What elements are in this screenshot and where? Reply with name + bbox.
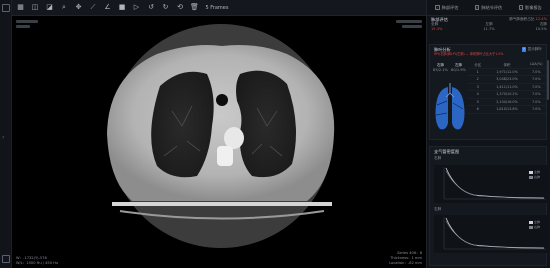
collapse-icon[interactable]: ›: [2, 135, 10, 143]
alert-text: RPI(右肺)和LPI(左肺) — 体积肺叶占比大于1.0%: [434, 52, 504, 56]
chart1-legend-2: 右肺: [534, 175, 541, 179]
chart2-legend-1: 全肺: [534, 220, 541, 224]
density-chart-2: 全肺 右肺: [434, 215, 548, 253]
density-curve-2: [434, 215, 548, 253]
table-row[interactable]: 1 1,971/12.0% 7.0%: [468, 69, 546, 76]
checkbox-icon[interactable]: ✓: [518, 5, 524, 10]
tab-nodule-assessment[interactable]: ✓ 肺结节评估: [474, 5, 502, 11]
density-curve-1: [434, 165, 548, 203]
body-outline: [107, 45, 335, 201]
window-level-readout: W/L：1500 Hu / 450 Hu: [16, 261, 59, 265]
summary-section: 肺部评估 肺气肿面积占比 12.4% 全肺 左肺 右肺 15.3% 11.7% …: [431, 17, 547, 31]
measure-icon[interactable]: ⟋: [88, 2, 99, 13]
chart2-legend-2: 右肺: [534, 225, 541, 229]
settings-icon[interactable]: [2, 255, 10, 263]
lobe-toggle[interactable]: ✓ 显示肺叶: [521, 47, 542, 52]
table-row[interactable]: 5 2,100/16.0% 7.0%: [468, 99, 546, 106]
aorta: [224, 127, 244, 149]
table-row[interactable]: 2 3,048/23.0% 7.0%: [468, 76, 546, 84]
density-chart-1: 全肺 右肺: [434, 165, 548, 203]
delete-icon[interactable]: 🗑: [189, 2, 200, 13]
overlay-bottom-left: W：-1732(Y)-578 W/L：1500 Hu / 450 Hu: [16, 256, 58, 266]
location-readout: Location：-82 mm: [389, 261, 422, 265]
rotate-left-icon[interactable]: ↺: [146, 2, 157, 13]
checkbox-icon[interactable]: ✓: [435, 5, 440, 10]
spine: [217, 146, 233, 166]
app-root: › ▦ ◫ ◪ ⌕ ✥ ⟋ ∠ ■ ▷ ↺ ↻ ⟲ 🗑 5 Frames W：-…: [0, 0, 550, 268]
rotate-right-icon[interactable]: ↻: [160, 2, 171, 13]
checkbox-icon[interactable]: ✓: [474, 5, 480, 10]
chart1-legend-1: 全肺: [534, 170, 541, 174]
reset-icon[interactable]: ⟲: [175, 2, 186, 13]
menu-icon[interactable]: [2, 4, 10, 12]
density-card: 支气管密度图 右肺 全肺 右肺 右肺 全肺 右肺: [429, 146, 548, 266]
table-row[interactable]: 4 1,370/10.2% 7.0%: [468, 91, 546, 99]
overlay-bottom-right: Series 406：8 Thickness：1 mm Location：-82…: [389, 251, 422, 266]
trachea: [216, 94, 228, 106]
zoom-icon[interactable]: ⌕: [59, 2, 70, 13]
lobe-table: 分区 体积 LAA(%) 1 1,971/12.0% 7.0% 2 3,048/23.…: [468, 61, 546, 114]
table-bar: [112, 202, 332, 206]
ct-image: [107, 24, 335, 248]
viewer-toolbar: ▦ ◫ ◪ ⌕ ✥ ⟋ ∠ ■ ▷ ↺ ↻ ⟲ 🗑 5 Frames: [12, 0, 426, 16]
lobe-analysis-card: 肺叶分析 ✓ 显示肺叶 RPI(右肺)和LPI(左肺) — 体积肺叶占比大于1.…: [429, 44, 547, 140]
left-rail: ›: [0, 0, 12, 268]
tab-lung-assessment[interactable]: ✓ 肺部评估: [435, 5, 458, 11]
play-icon[interactable]: ▷: [131, 2, 142, 13]
chart2-label: 右肺: [434, 207, 442, 211]
density-title: 支气管密度图: [434, 149, 460, 154]
window-level-icon[interactable]: ◪: [44, 2, 55, 13]
table-header: 分区 体积 LAA(%): [468, 61, 546, 69]
check-icon[interactable]: ✓: [521, 47, 527, 52]
panel-tabs: ✓ 肺部评估 ✓ 肺结节评估 ✓ 影像报告: [427, 0, 550, 16]
panel-scrollbar[interactable]: [546, 60, 549, 100]
lung-diagram: [435, 83, 465, 130]
angle-icon[interactable]: ∠: [102, 2, 113, 13]
save-icon[interactable]: ◫: [30, 2, 41, 13]
grid-icon[interactable]: ▦: [15, 2, 26, 13]
tab-report[interactable]: ✓ 影像报告: [518, 5, 542, 11]
table-row[interactable]: 6 1,810/13.8% 7.0%: [468, 106, 546, 114]
table-row[interactable]: 3 1,411/11.0% 7.0%: [468, 84, 546, 91]
ct-viewer[interactable]: W：-1732(Y)-578 W/L：1500 Hu / 450 Hu Seri…: [12, 16, 426, 268]
frames-label: 5 Frames: [205, 4, 229, 11]
lung-right: [151, 71, 214, 178]
analysis-panel: ✓ 肺部评估 ✓ 肺结节评估 ✓ 影像报告 肺部评估 肺气肿面积占比 12.4%…: [426, 0, 550, 268]
pan-icon[interactable]: ✥: [73, 2, 84, 13]
stop-icon[interactable]: ■: [117, 2, 128, 13]
chart1-label: 右肺: [434, 156, 442, 160]
